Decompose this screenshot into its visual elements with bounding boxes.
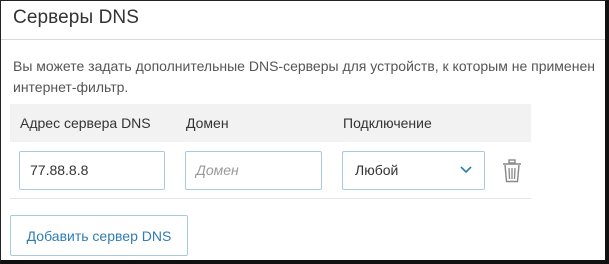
connection-select-value: Любой [355, 162, 399, 178]
chevron-down-icon [460, 166, 472, 174]
description-line-1: Вы можете задать дополнительные DNS-серв… [13, 58, 595, 74]
description-line-2: интернет-фильтр. [13, 79, 129, 95]
column-header-connection: Подключение [343, 115, 432, 131]
row-divider [10, 198, 531, 199]
dns-servers-panel: Серверы DNS Вы можете задать дополнитель… [0, 0, 609, 264]
title-divider [1, 39, 605, 40]
section-title: Серверы DNS [13, 7, 140, 28]
domain-input[interactable]: Домен [185, 151, 322, 190]
dns-table: Адрес сервера DNS Домен Подключение 77.8… [10, 104, 531, 199]
dns-address-input[interactable]: 77.88.8.8 [19, 151, 165, 190]
section-description: Вы можете задать дополнительные DNS-серв… [13, 56, 605, 98]
connection-select[interactable]: Любой [342, 151, 485, 190]
column-header-address: Адрес сервера DNS [20, 115, 151, 131]
trash-icon[interactable] [502, 159, 522, 183]
column-header-domain: Домен [186, 115, 229, 131]
add-dns-server-button[interactable]: Добавить сервер DNS [10, 215, 188, 256]
table-header: Адрес сервера DNS Домен Подключение [10, 104, 531, 142]
